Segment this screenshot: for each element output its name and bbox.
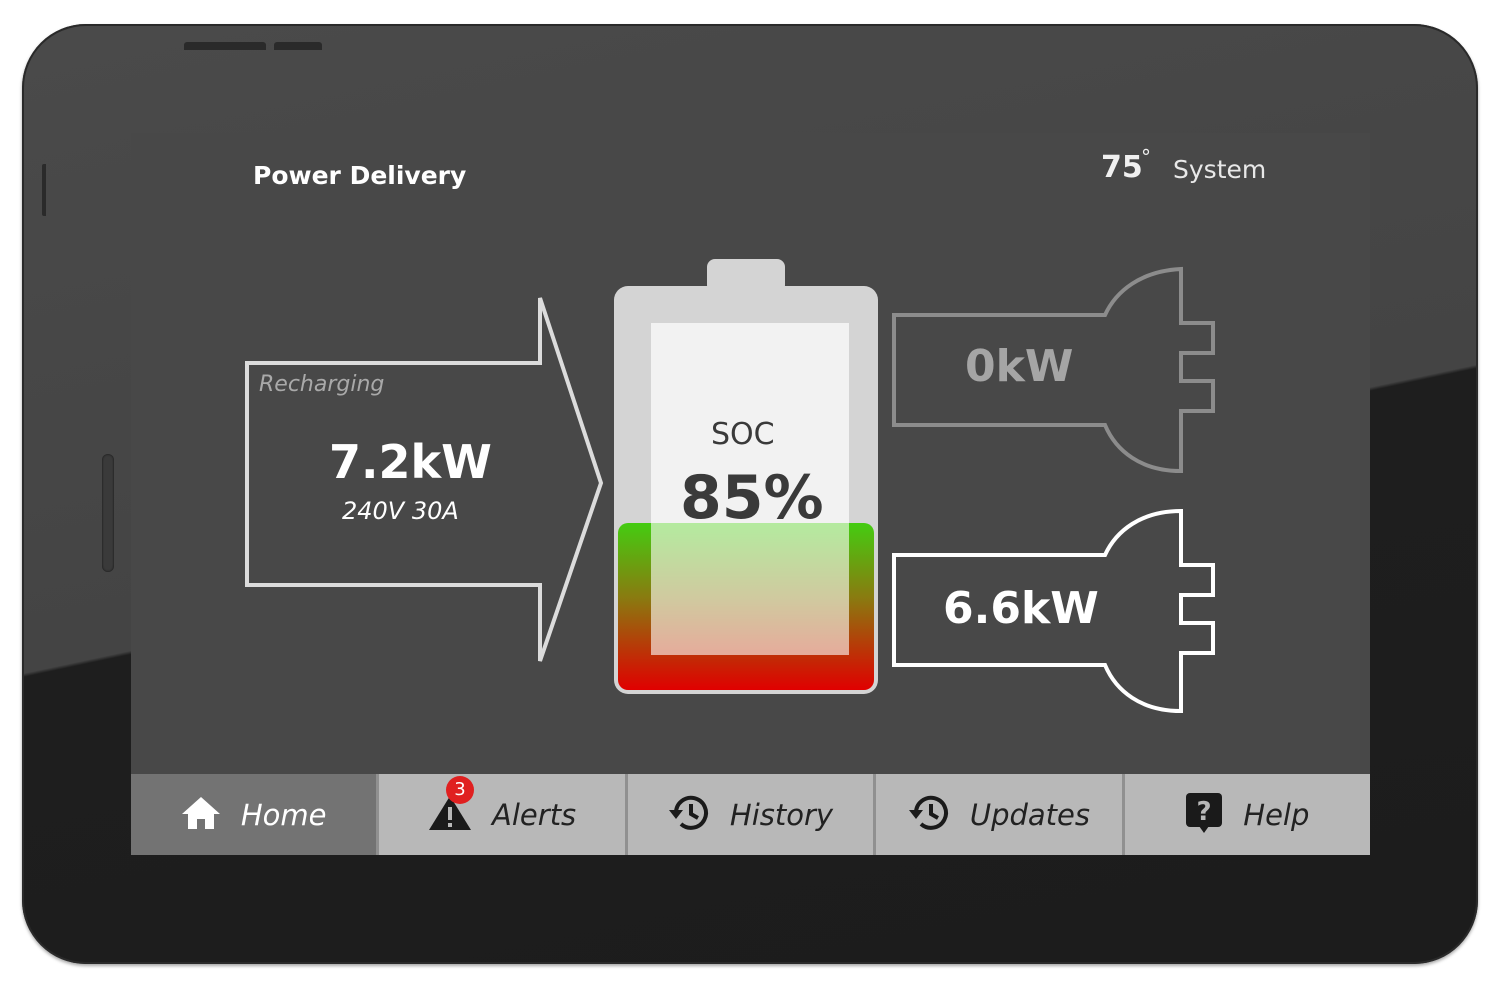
power-button[interactable]	[184, 42, 266, 50]
tab-label: Alerts	[492, 797, 577, 832]
bottom-nav: Home 3 Alerts History Updates ? Help	[131, 774, 1370, 855]
soc-label: SOC	[711, 417, 775, 452]
tab-updates[interactable]: Updates	[876, 774, 1125, 855]
tab-alerts[interactable]: 3 Alerts	[379, 774, 628, 855]
input-detail: 240V 30A	[342, 497, 459, 525]
output-2-power: 6.6kW	[943, 583, 1099, 634]
tab-label: Updates	[969, 797, 1090, 832]
soc-value: 85%	[680, 463, 824, 533]
warning-icon: 3	[428, 775, 475, 836]
speaker-grille	[102, 454, 114, 572]
output-1-power: 0kW	[965, 341, 1074, 392]
tab-history[interactable]: History	[627, 774, 877, 855]
tab-home[interactable]: Home	[131, 774, 380, 855]
power-flow-diagram	[245, 259, 1215, 714]
side-button[interactable]	[42, 164, 46, 216]
help-icon: ?	[1185, 792, 1223, 838]
battery-soc-inner	[651, 523, 849, 655]
tab-help[interactable]: ? Help	[1124, 774, 1370, 855]
svg-text:?: ?	[1197, 797, 1212, 827]
tab-label: Home	[240, 797, 327, 832]
hardware-button[interactable]	[274, 42, 322, 50]
alert-count-badge: 3	[446, 775, 475, 804]
history-icon	[908, 793, 950, 837]
history-icon	[668, 793, 710, 837]
input-status: Recharging	[259, 372, 385, 397]
tab-label: Help	[1243, 797, 1310, 832]
screen: Power Delivery 75 ° System Recharging 7.…	[131, 133, 1370, 855]
tab-label: History	[729, 797, 834, 832]
input-power: 7.2kW	[329, 435, 492, 489]
home-icon	[181, 795, 221, 835]
